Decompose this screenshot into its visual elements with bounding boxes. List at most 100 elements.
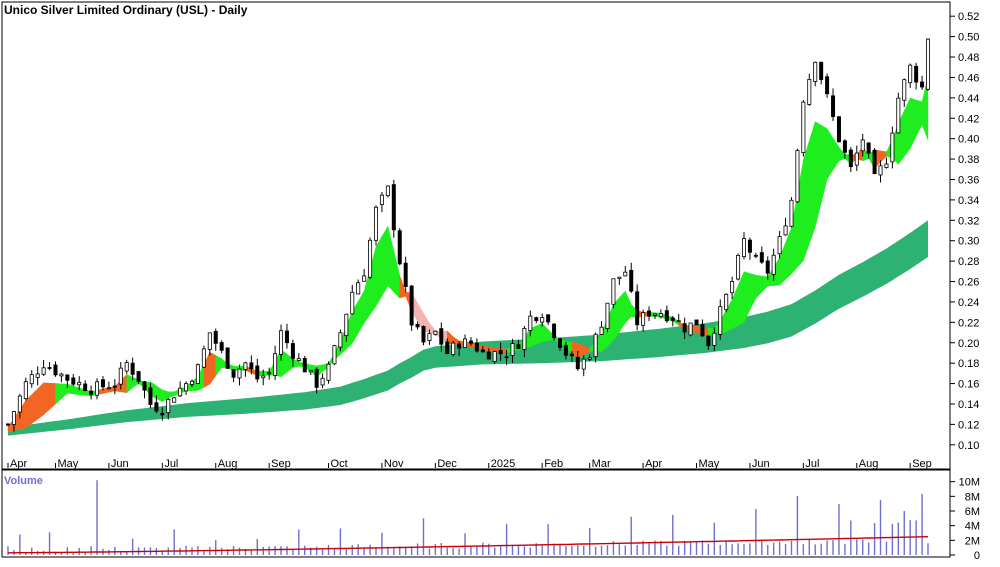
price-tick-label: 0.30 (958, 236, 979, 248)
volume-panel (7, 480, 929, 555)
candle-body (267, 372, 272, 375)
short-ma-ribbon-segment (375, 235, 383, 308)
candle-body (314, 368, 319, 388)
candle-body (813, 61, 818, 82)
price-tick-label: 0.34 (958, 195, 979, 207)
candle-body (112, 385, 117, 388)
candle-body (581, 358, 586, 370)
candle-body (528, 315, 533, 331)
candle-body (29, 374, 34, 385)
candle-body (777, 236, 782, 255)
candle-body (326, 363, 331, 381)
candle-body (142, 381, 147, 391)
price-tick-label: 0.28 (958, 256, 979, 268)
candle-body (878, 165, 883, 176)
candle-body (308, 369, 313, 373)
candle-body (23, 381, 28, 400)
candle-body (629, 269, 634, 292)
short-ma-ribbon-segment (55, 383, 62, 405)
candle-body (504, 356, 509, 359)
candle-body (825, 76, 830, 95)
price-tick-label: 0.16 (958, 379, 979, 391)
price-tick-label: 0.48 (958, 52, 979, 64)
candle-body (65, 374, 70, 381)
candle-body (100, 379, 105, 388)
short-ma-ribbon-segment (821, 124, 828, 204)
candle-body (118, 367, 123, 385)
x-tick-label: Nov (384, 458, 404, 470)
candle-body (842, 140, 847, 153)
x-tick-label: May (57, 458, 78, 470)
short-ma-ribbon-segment (43, 382, 50, 416)
price-tick-label: 0.42 (958, 113, 979, 125)
volume-frame (1, 469, 951, 558)
short-ma-ribbon-segment (803, 140, 810, 261)
candle-body (302, 358, 307, 373)
candle-body (492, 351, 497, 362)
candle-body (736, 254, 741, 280)
volume-average-line (8, 536, 929, 554)
candle-body (599, 326, 604, 335)
volume-tick-label: 8M (965, 491, 980, 503)
candle-body (379, 194, 384, 205)
candle-body (166, 399, 171, 414)
candle-body (463, 338, 468, 348)
candle-body (124, 362, 129, 372)
candle-body (480, 349, 485, 353)
candle-body (344, 313, 349, 337)
candle-body (421, 326, 426, 343)
candle-body (783, 225, 788, 236)
candle-body (718, 306, 723, 335)
price-tick-label: 0.40 (958, 134, 979, 146)
candle-body (896, 97, 901, 134)
candle-body (558, 338, 563, 348)
candle-body (106, 387, 111, 390)
candle-body (712, 332, 717, 346)
price-tick-label: 0.10 (958, 440, 979, 452)
candle-body (338, 332, 343, 348)
short-ma-ribbon-segment (536, 323, 543, 345)
candle-body (522, 327, 527, 350)
candle-body (658, 313, 663, 317)
candle-body (700, 324, 705, 337)
candle-body (385, 185, 390, 197)
short-ma-ribbon-segment (749, 273, 757, 311)
price-tick-label: 0.24 (958, 297, 979, 309)
candle-body (771, 254, 776, 275)
short-ma-ribbon-segment (67, 383, 74, 395)
candle-body (284, 330, 289, 344)
candle-body (130, 362, 135, 375)
short-ma-ribbon-segment (31, 388, 38, 424)
short-ma-ribbon-segment (910, 97, 917, 149)
candle-body (249, 362, 254, 370)
candle-body (694, 319, 699, 326)
candle-body (255, 365, 260, 380)
candle-body (356, 282, 361, 295)
x-tick-label: Jul (805, 458, 819, 470)
candle-body (926, 38, 931, 90)
candle-body (724, 293, 729, 311)
candle-body (516, 344, 521, 350)
candle-body (427, 333, 432, 341)
price-tick-label: 0.52 (958, 11, 979, 23)
candle-body (225, 347, 230, 369)
x-tick-label: 2025 (491, 458, 515, 470)
candle-body (83, 383, 88, 391)
candle-body (742, 238, 747, 258)
candle-body (207, 332, 212, 350)
price-tick-label: 0.20 (958, 338, 979, 350)
x-tick-label: Sep (271, 458, 291, 470)
candle-body (11, 411, 16, 425)
short-ma-ribbon-segment (49, 382, 56, 410)
candle-body (854, 152, 859, 166)
x-tick-label: Jun (752, 458, 770, 470)
short-ma-ribbon-segment (809, 121, 816, 244)
short-ma-ribbon-segment (915, 99, 923, 137)
candle-body (540, 317, 545, 323)
candle-body (605, 302, 610, 329)
candle-body (350, 291, 355, 315)
candle-body (765, 260, 770, 274)
candle-body (819, 61, 824, 80)
candle-body (237, 368, 242, 379)
price-tick-label: 0.50 (958, 32, 979, 44)
